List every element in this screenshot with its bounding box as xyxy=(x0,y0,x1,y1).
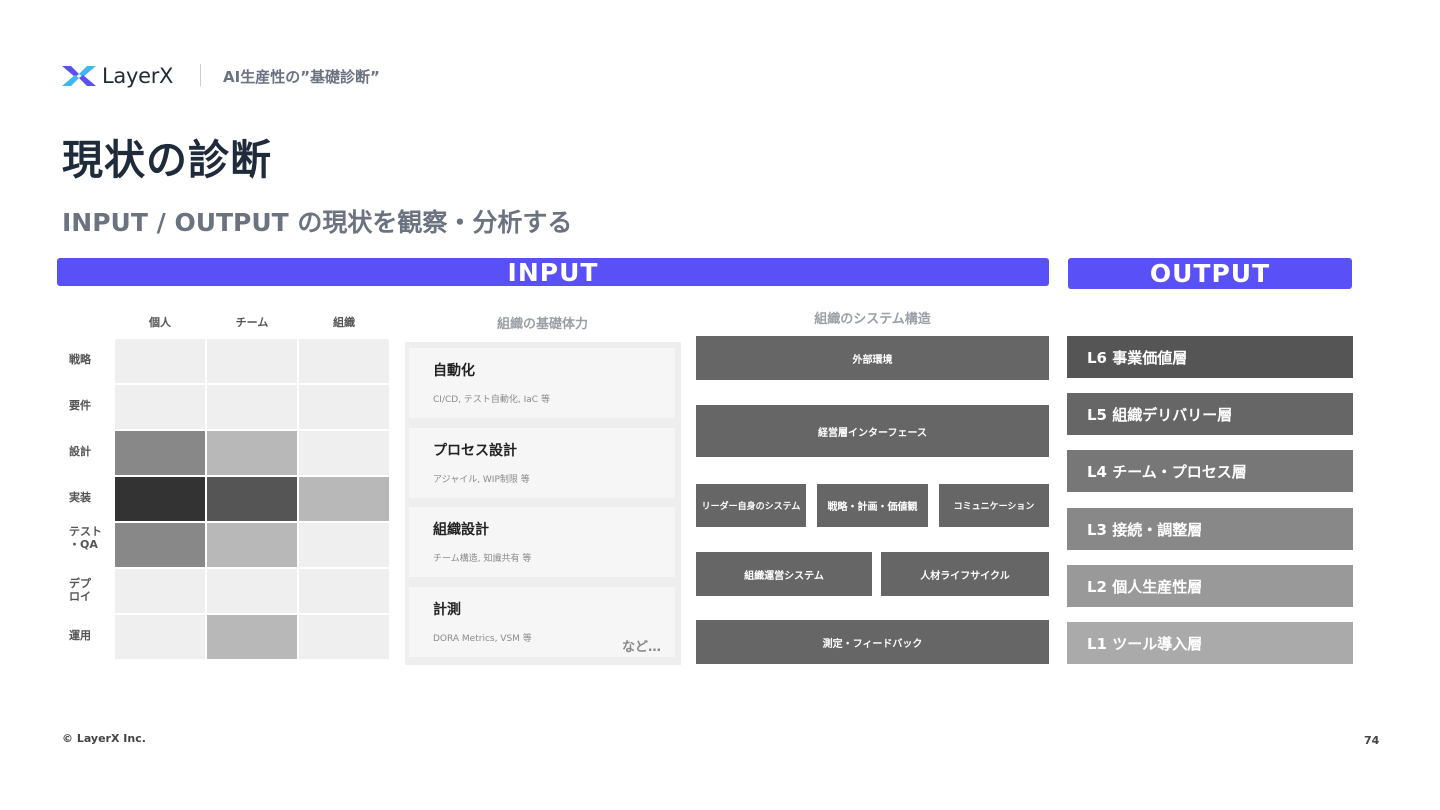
matrix-cell xyxy=(207,523,297,567)
matrix-cell xyxy=(115,385,205,429)
page-subtitle: INPUT / OUTPUT の現状を観察・分析する xyxy=(62,208,573,237)
layerx-logo-icon xyxy=(62,66,96,86)
matrix-row-label: 戦略 xyxy=(69,353,91,366)
input-banner: INPUT xyxy=(57,258,1049,287)
basis-card-desc: DORA Metrics, VSM 等 xyxy=(433,634,532,644)
output-banner: OUTPUT xyxy=(1068,258,1352,289)
matrix-cell xyxy=(207,615,297,659)
system-box-talent: 人材ライフサイクル xyxy=(881,552,1049,596)
matrix-cell xyxy=(299,477,389,521)
system-box-leader: リーダー自身のシステム xyxy=(696,484,806,527)
matrix-cell xyxy=(299,385,389,429)
matrix-row-label: 設計 xyxy=(69,445,91,458)
matrix-cell xyxy=(299,523,389,567)
system-box-operations: 組織運営システム xyxy=(696,552,872,596)
basis-card-title: プロセス設計 xyxy=(433,443,517,459)
matrix-cell xyxy=(115,339,205,383)
matrix-cell xyxy=(115,431,205,475)
matrix-column-header: 組織 xyxy=(333,316,355,329)
matrix-cell xyxy=(115,569,205,613)
basis-card-title: 自動化 xyxy=(433,363,475,379)
output-layer: L3 接続・調整層 xyxy=(1067,508,1353,550)
output-layer: L2 個人生産性層 xyxy=(1067,565,1353,607)
system-structure-title: 組織のシステム構造 xyxy=(814,312,931,327)
matrix-cell xyxy=(299,569,389,613)
system-box-strategy: 戦略・計画・価値観 xyxy=(817,484,928,527)
logo-text: LayerX xyxy=(102,64,174,88)
basis-title: 組織の基礎体力 xyxy=(496,317,588,332)
output-layer: L6 事業価値層 xyxy=(1067,336,1353,378)
matrix-row-label: 実装 xyxy=(69,491,91,504)
basis-card-title: 計測 xyxy=(433,602,461,618)
matrix-cell xyxy=(207,569,297,613)
matrix-cell xyxy=(207,431,297,475)
basis-card-title: 組織設計 xyxy=(433,522,489,538)
basis-card-desc: チーム構造, 知識共有 等 xyxy=(433,554,532,564)
layerx-logo: LayerX xyxy=(62,62,182,90)
matrix-row-label: デプロイ xyxy=(69,577,91,603)
matrix-column-header: チーム xyxy=(235,316,269,329)
matrix-cell xyxy=(299,431,389,475)
system-box-external: 外部環境 xyxy=(696,336,1049,380)
matrix-row-label: テスト ・QA xyxy=(69,525,102,551)
basis-card: 組織設計 チーム構造, 知識共有 等 xyxy=(409,507,675,577)
matrix-cell xyxy=(115,615,205,659)
output-layer: L5 組織デリバリー層 xyxy=(1067,393,1353,435)
matrix-cell xyxy=(299,339,389,383)
system-box-measurement: 測定・フィードバック xyxy=(696,620,1049,664)
basis-card-desc: アジャイル, WIP制限 等 xyxy=(433,475,530,485)
matrix-cell xyxy=(207,385,297,429)
system-box-management: 経営層インターフェース xyxy=(696,405,1049,457)
matrix-cell xyxy=(115,477,205,521)
copyright: © LayerX Inc. xyxy=(62,732,146,745)
matrix-row-label: 要件 xyxy=(69,399,91,412)
basis-etc-note: など… xyxy=(622,640,662,655)
matrix-cell xyxy=(299,615,389,659)
header-divider xyxy=(200,64,201,86)
matrix-cell xyxy=(207,339,297,383)
basis-panel: 自動化 CI/CD, テスト自動化, IaC 等 プロセス設計 アジャイル, W… xyxy=(405,342,681,665)
matrix-cell xyxy=(115,523,205,567)
page-title: 現状の診断 xyxy=(62,136,272,184)
basis-card: プロセス設計 アジャイル, WIP制限 等 xyxy=(409,428,675,498)
matrix-column-header: 個人 xyxy=(149,316,171,329)
header-subtitle: AI生産性の”基礎診断” xyxy=(223,68,380,86)
matrix-cell xyxy=(207,477,297,521)
system-box-communication: コミュニケーション xyxy=(939,484,1049,527)
output-layer: L4 チーム・プロセス層 xyxy=(1067,450,1353,492)
output-layer: L1 ツール導入層 xyxy=(1067,622,1353,664)
basis-card-desc: CI/CD, テスト自動化, IaC 等 xyxy=(433,395,550,405)
page-number: 74 xyxy=(1364,734,1380,747)
basis-card: 自動化 CI/CD, テスト自動化, IaC 等 xyxy=(409,348,675,418)
matrix-row-label: 運用 xyxy=(69,629,91,642)
